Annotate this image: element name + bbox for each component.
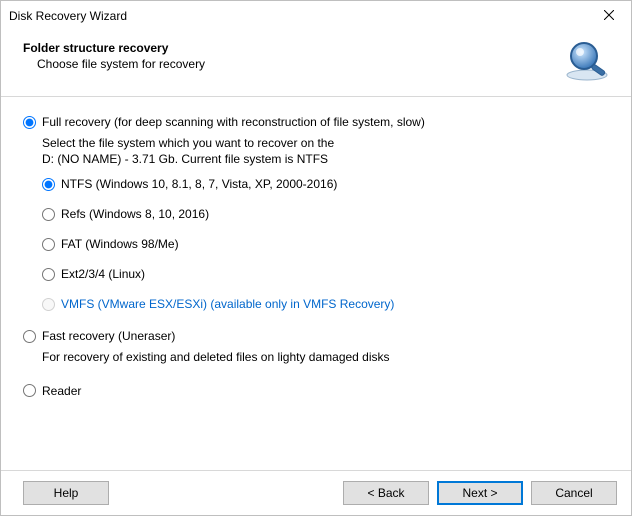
wizard-icon [565,39,613,84]
desc-line1: Select the file system which you want to… [42,136,334,150]
desc-line2: D: (NO NAME) - 3.71 Gb. Current file sys… [42,152,328,166]
radio-fs-ext[interactable] [42,268,55,281]
filesystem-options: NTFS (Windows 10, 8.1, 8, 7, Vista, XP, … [42,177,609,311]
radio-fs-refs[interactable] [42,208,55,221]
close-icon [604,9,614,23]
label-fs-fat[interactable]: FAT (Windows 98/Me) [61,237,179,251]
cancel-button[interactable]: Cancel [531,481,617,505]
header-text: Folder structure recovery Choose file sy… [15,39,205,71]
label-fs-refs[interactable]: Refs (Windows 8, 10, 2016) [61,207,209,221]
wizard-window: Disk Recovery Wizard Folder structure re… [0,0,632,516]
titlebar: Disk Recovery Wizard [1,1,631,31]
radio-reader[interactable] [23,384,36,397]
label-fast-recovery[interactable]: Fast recovery (Uneraser) [42,329,175,343]
content-area: Full recovery (for deep scanning with re… [1,97,631,470]
label-full-recovery[interactable]: Full recovery (for deep scanning with re… [42,115,425,129]
close-button[interactable] [586,1,631,31]
footer: Help < Back Next > Cancel [1,470,631,515]
page-title: Folder structure recovery [23,41,205,55]
full-recovery-desc: Select the file system which you want to… [42,135,609,167]
mode-reader-block: Reader [23,384,609,398]
label-fs-vmfs: VMFS (VMware ESX/ESXi) (available only i… [61,297,394,311]
wizard-header: Folder structure recovery Choose file sy… [1,31,631,97]
radio-full-recovery[interactable] [23,116,36,129]
help-button[interactable]: Help [23,481,109,505]
label-fs-ext[interactable]: Ext2/3/4 (Linux) [61,267,145,281]
radio-fs-ntfs[interactable] [42,178,55,191]
back-button[interactable]: < Back [343,481,429,505]
label-fs-ntfs[interactable]: NTFS (Windows 10, 8.1, 8, 7, Vista, XP, … [61,177,337,191]
mode-full-block: Full recovery (for deep scanning with re… [23,115,609,311]
fast-recovery-desc: For recovery of existing and deleted fil… [42,349,609,365]
radio-fs-fat[interactable] [42,238,55,251]
window-title: Disk Recovery Wizard [9,9,127,23]
mode-fast-block: Fast recovery (Uneraser) For recovery of… [23,329,609,365]
label-reader[interactable]: Reader [42,384,81,398]
next-button[interactable]: Next > [437,481,523,505]
radio-fs-vmfs [42,298,55,311]
page-subtitle: Choose file system for recovery [37,57,205,71]
radio-fast-recovery[interactable] [23,330,36,343]
